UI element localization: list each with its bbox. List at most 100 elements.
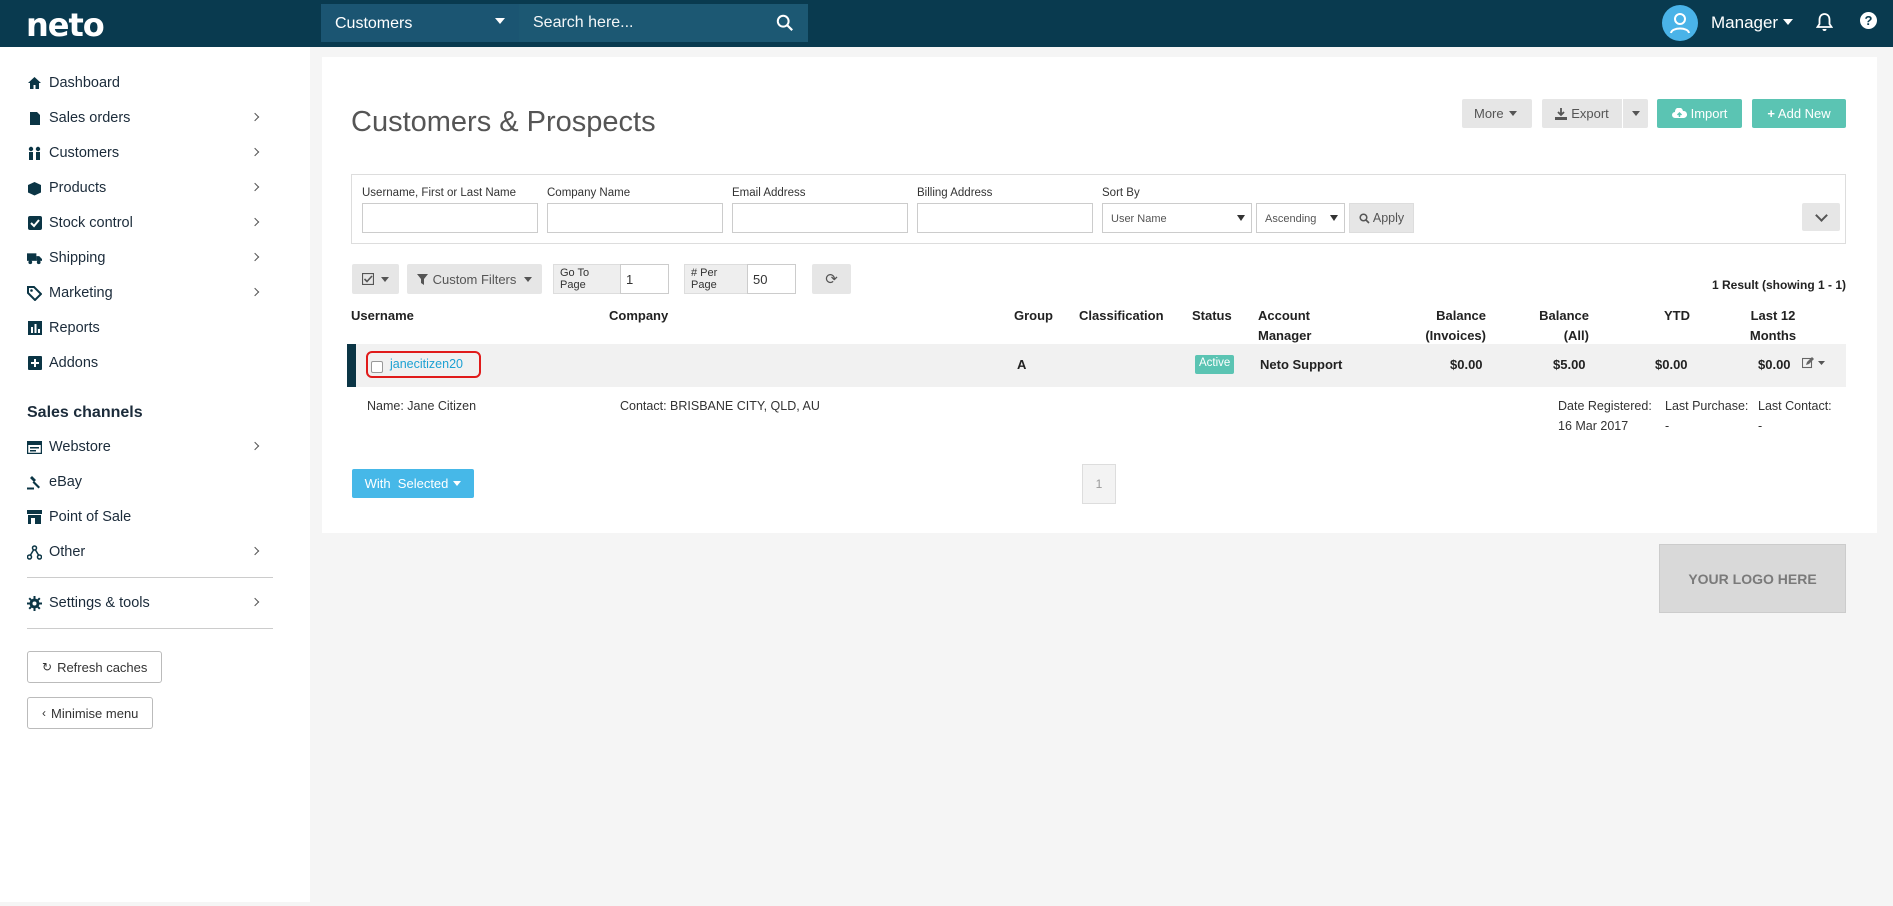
refresh-button[interactable]: ⟳	[812, 264, 851, 294]
chevron-down-icon	[1631, 111, 1640, 116]
global-search: Customers	[321, 4, 808, 42]
column-header-status[interactable]: Status	[1192, 306, 1232, 326]
export-button[interactable]: Export	[1542, 99, 1622, 128]
sidebar-item-settings-tools[interactable]: Settings & tools	[27, 590, 267, 616]
edit-icon[interactable]	[1802, 357, 1826, 369]
chevron-left-icon: ‹	[42, 706, 46, 720]
more-button[interactable]: More	[1462, 99, 1532, 128]
username-link[interactable]: janecitizen20	[390, 357, 463, 371]
add-new-label: Add New	[1777, 106, 1831, 121]
search-icon[interactable]	[776, 14, 794, 32]
sidebar-item-ebay[interactable]: eBay	[27, 469, 267, 495]
chevron-right-icon	[250, 597, 260, 607]
row-last-12-months: $0.00	[1758, 357, 1791, 372]
cloud-upload-icon	[1671, 108, 1687, 118]
bar-chart-icon	[27, 321, 42, 336]
expand-filters-button[interactable]	[1802, 203, 1840, 231]
gavel-icon	[27, 475, 42, 490]
column-header-line: Balance	[1539, 308, 1589, 323]
chevron-down-icon	[1508, 111, 1517, 116]
per-page-input[interactable]: 50	[747, 264, 796, 294]
email-filter-label: Email Address	[732, 187, 806, 199]
sort-order-select[interactable]: Ascending	[1256, 203, 1345, 233]
sidebar-item-customers[interactable]: Customers	[27, 140, 267, 166]
status-badge: Active	[1195, 355, 1235, 374]
column-header-account-manager[interactable]: Account Manager	[1258, 306, 1311, 346]
search-input[interactable]	[519, 4, 808, 42]
sidebar-item-webstore[interactable]: Webstore	[27, 434, 267, 460]
logo-placeholder: YOUR LOGO HERE	[1659, 544, 1846, 613]
avatar[interactable]	[1662, 5, 1698, 41]
custom-filters-button[interactable]: Custom Filters	[407, 264, 542, 294]
apply-button[interactable]: Apply	[1349, 203, 1414, 233]
row-group: A	[1017, 357, 1027, 372]
sidebar-item-products[interactable]: Products	[27, 175, 267, 201]
column-header-group[interactable]: Group	[1014, 306, 1053, 326]
sidebar-item-label: Products	[49, 180, 107, 196]
column-header-username[interactable]: Username	[351, 306, 414, 326]
refresh-caches-button[interactable]: ↻ Refresh caches	[27, 651, 163, 683]
sidebar-item-dashboard[interactable]: Dashboard	[27, 70, 267, 96]
row-checkbox[interactable]	[371, 361, 383, 373]
bell-icon[interactable]	[1816, 13, 1833, 32]
column-header-balance-invoices[interactable]: Balance (Invoices)	[1420, 306, 1486, 346]
sidebar-item-label: Shipping	[49, 250, 106, 266]
sidebar-item-sales-orders[interactable]: Sales orders	[27, 105, 267, 131]
sort-by-label: Sort By	[1102, 187, 1140, 199]
column-header-balance-all[interactable]: Balance (All)	[1520, 306, 1589, 346]
sidebar-item-reports[interactable]: Reports	[27, 315, 267, 341]
username-filter-input[interactable]	[362, 203, 538, 233]
row-balance-invoices: $0.00	[1450, 357, 1483, 372]
go-to-page-input[interactable]: 1	[620, 264, 669, 294]
sidebar-item-label: Dashboard	[49, 75, 120, 91]
column-header-last-12-months[interactable]: Last 12 Months	[1743, 306, 1803, 346]
sort-by-select[interactable]: User Name	[1102, 203, 1252, 233]
sidebar-item-marketing[interactable]: Marketing	[27, 280, 267, 306]
last-contact-value: -	[1758, 419, 1763, 433]
email-filter-input[interactable]	[732, 203, 908, 233]
sidebar-item-label: Stock control	[49, 215, 133, 231]
chevron-right-icon	[250, 252, 260, 262]
import-button[interactable]: Import	[1657, 99, 1742, 128]
neto-logo[interactable]: neto	[26, 6, 105, 44]
export-dropdown-toggle[interactable]	[1622, 99, 1648, 128]
chevron-right-icon	[250, 287, 260, 297]
with-selected-button[interactable]: With Selected	[352, 469, 474, 498]
people-icon	[27, 146, 42, 161]
billing-filter-input[interactable]	[917, 203, 1093, 233]
pagination-page[interactable]: 1	[1082, 464, 1116, 504]
date-registered-label: Date Registered:	[1558, 399, 1652, 413]
billing-filter-label: Billing Address	[917, 187, 993, 199]
column-header-classification[interactable]: Classification	[1079, 306, 1164, 326]
sales-channels-title: Sales channels	[27, 404, 143, 421]
sidebar-item-stock-control[interactable]: Stock control	[27, 210, 267, 236]
help-icon[interactable]: ?	[1860, 12, 1877, 29]
minimise-menu-button[interactable]: ‹ Minimise menu	[27, 697, 154, 729]
column-header-company[interactable]: Company	[609, 306, 668, 326]
sort-order-value: Ascending	[1265, 213, 1317, 225]
row-ytd: $0.00	[1655, 357, 1688, 372]
select-all-dropdown[interactable]	[352, 264, 399, 294]
date-registered-value: 16 Mar 2017	[1558, 419, 1629, 433]
column-header-ytd[interactable]: YTD	[1664, 306, 1690, 326]
plus-icon: +	[1767, 106, 1775, 121]
minimise-menu-label: Minimise menu	[51, 705, 139, 721]
add-new-button[interactable]: + Add New	[1752, 99, 1846, 128]
table-row[interactable]	[347, 344, 1846, 387]
truck-icon	[27, 251, 42, 266]
user-menu[interactable]: Manager	[1711, 13, 1794, 33]
user-name: Manager	[1711, 13, 1779, 32]
sidebar-item-point-of-sale[interactable]: Point of Sale	[27, 504, 267, 530]
sidebar-item-shipping[interactable]: Shipping	[27, 245, 267, 271]
sidebar-item-label: Webstore	[49, 439, 111, 455]
last-purchase-label: Last Purchase:	[1665, 399, 1749, 413]
search-scope-select[interactable]: Customers	[321, 4, 519, 42]
chevron-right-icon	[250, 546, 260, 556]
sidebar-item-label: Reports	[49, 320, 100, 336]
refresh-icon: ⟳	[825, 271, 838, 288]
sidebar-item-other[interactable]: Other	[27, 539, 267, 565]
apply-label: Apply	[1372, 211, 1405, 225]
company-filter-input[interactable]	[547, 203, 723, 233]
filter-icon	[416, 273, 428, 285]
sidebar-item-addons[interactable]: Addons	[27, 350, 267, 376]
